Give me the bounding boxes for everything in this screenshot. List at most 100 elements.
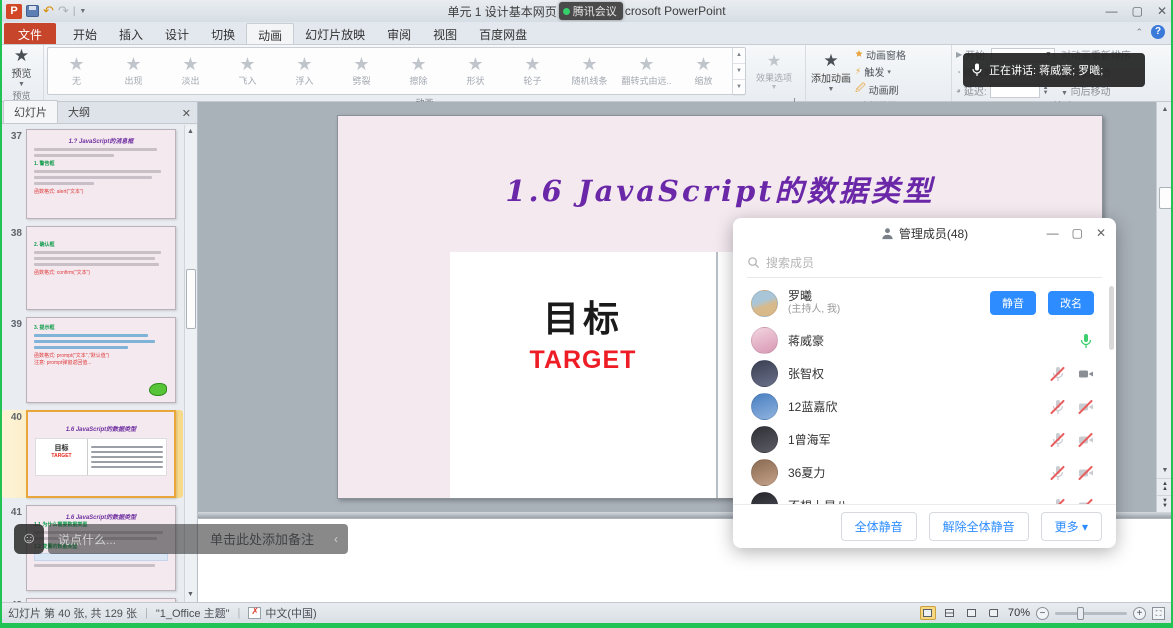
member-row[interactable]: 1曾海军 — [733, 423, 1116, 456]
more-button[interactable]: 更多 ▾ — [1041, 512, 1102, 541]
collapse-chat-icon[interactable]: ‹ — [334, 532, 338, 546]
camera-off-icon[interactable] — [1078, 399, 1094, 415]
minimize-button[interactable]: — — [1106, 4, 1118, 18]
camera-icon[interactable] — [1078, 366, 1094, 382]
gallery-more-icon[interactable]: ▼ — [733, 80, 745, 96]
mic-muted-icon[interactable] — [1050, 366, 1066, 382]
camera-off-icon[interactable] — [1078, 432, 1094, 448]
trigger-button[interactable]: ⚡︎触发▾ — [855, 64, 906, 79]
animation-effect-fade[interactable]: ★淡出 — [162, 48, 219, 94]
zoom-out-button[interactable]: − — [1036, 607, 1049, 620]
slide-thumb-42[interactable]: 42 — [2, 598, 183, 602]
redo-icon[interactable]: ↷ — [58, 5, 69, 17]
mute-button[interactable]: 静音 — [990, 291, 1036, 315]
animation-effect-wheel[interactable]: ★轮子 — [504, 48, 561, 94]
member-row[interactable]: 36夏力 — [733, 456, 1116, 489]
animation-effect-float-in[interactable]: ★浮入 — [276, 48, 333, 94]
undo-icon[interactable]: ↶ — [43, 5, 54, 17]
gallery-scroll-down-icon[interactable]: ▼ — [733, 64, 745, 80]
tab-slideshow[interactable]: 幻灯片放映 — [294, 23, 376, 44]
scrollbar-thumb[interactable] — [1159, 187, 1172, 209]
rename-button[interactable]: 改名 — [1048, 291, 1094, 315]
animation-painter-button[interactable]: 🖉动画刷 — [855, 81, 906, 98]
mic-muted-icon[interactable] — [1050, 498, 1066, 505]
fit-to-window-button[interactable]: ⛶ — [1152, 607, 1165, 620]
slide-thumb-39[interactable]: 39 3. 提示框 函数格式: prompt("文本","默认值") 注意: p… — [2, 317, 183, 403]
member-row-host[interactable]: 罗曦 (主持人, 我) 静音 改名 — [733, 282, 1116, 324]
reading-view-button[interactable] — [964, 606, 980, 620]
close-panel-icon[interactable]: ✕ — [182, 107, 191, 120]
help-icon[interactable]: ? — [1151, 25, 1165, 39]
zoom-slider[interactable] — [1055, 612, 1127, 615]
animation-effect-fly-in[interactable]: ★飞入 — [219, 48, 276, 94]
search-input[interactable] — [766, 256, 1102, 270]
animation-effect-appear[interactable]: ★出现 — [105, 48, 162, 94]
preview-button[interactable]: ★ 预览 ▼ — [3, 47, 40, 88]
member-row[interactable]: 12蓝嘉欣 — [733, 390, 1116, 423]
customize-toolbar-dropdown-icon[interactable]: ▼ — [79, 8, 86, 15]
member-row[interactable]: 蒋威豪 — [733, 324, 1116, 357]
slide-thumb-38[interactable]: 38 2. 确认框 函数格式: confirm("文本") — [2, 226, 183, 310]
tab-outline[interactable]: 大纲 — [58, 101, 100, 123]
mic-on-icon[interactable] — [1078, 333, 1094, 349]
panel-close-button[interactable]: ✕ — [1096, 226, 1106, 240]
tab-baidu-netdisk[interactable]: 百度网盘 — [468, 23, 538, 44]
slide-sorter-view-button[interactable] — [942, 606, 958, 620]
slide-title[interactable]: 1.6 JavaScript的数据类型 — [338, 168, 1102, 210]
tab-animations[interactable]: 动画 — [246, 23, 294, 44]
animation-effect-shape[interactable]: ★形状 — [447, 48, 504, 94]
animation-effect-flip[interactable]: ★翻转式由远.. — [618, 48, 675, 94]
panel-maximize-button[interactable]: ▢ — [1072, 226, 1083, 240]
tab-slides-thumbnails[interactable]: 幻灯片 — [3, 100, 58, 123]
scrollbar-thumb[interactable] — [186, 269, 196, 329]
scroll-down-icon[interactable]: ▼ — [187, 588, 194, 602]
animation-effect-none[interactable]: ★无 — [48, 48, 105, 94]
save-icon[interactable] — [26, 5, 39, 17]
mute-all-button[interactable]: 全体静音 — [841, 512, 917, 541]
animation-effect-wipe[interactable]: ★擦除 — [390, 48, 447, 94]
animation-pane-button[interactable]: 🟊动画窗格 — [855, 47, 906, 62]
zoom-in-button[interactable]: + — [1133, 607, 1146, 620]
language-indicator[interactable]: 中文(中国) — [265, 605, 316, 621]
slideshow-view-button[interactable] — [986, 606, 1002, 620]
scroll-down-icon[interactable]: ▼ — [1162, 463, 1169, 478]
normal-view-button[interactable] — [920, 606, 936, 620]
camera-off-icon[interactable] — [1078, 465, 1094, 481]
scroll-up-icon[interactable]: ▲ — [1162, 102, 1169, 117]
tab-review[interactable]: 审阅 — [376, 23, 422, 44]
close-button[interactable]: ✕ — [1157, 4, 1167, 18]
effect-options-button[interactable]: ★ 效果选项 ▼ — [749, 51, 799, 91]
collapse-ribbon-icon[interactable]: ⌃ — [1135, 27, 1143, 38]
emoji-button[interactable]: ☺ — [14, 524, 44, 554]
tab-transitions[interactable]: 切换 — [200, 23, 246, 44]
tab-file[interactable]: 文件 — [4, 23, 56, 44]
mic-muted-icon[interactable] — [1050, 432, 1066, 448]
spellcheck-icon[interactable] — [248, 607, 261, 619]
animation-effect-split[interactable]: ★劈裂 — [333, 48, 390, 94]
animation-effect-random-bars[interactable]: ★随机线条 — [561, 48, 618, 94]
spinner-icon[interactable]: ▲▼ — [1043, 86, 1049, 96]
tab-design[interactable]: 设计 — [154, 23, 200, 44]
tab-insert[interactable]: 插入 — [108, 23, 154, 44]
statusbar-separator: | — [237, 607, 240, 619]
camera-off-icon[interactable] — [1078, 498, 1094, 505]
zoom-slider-handle[interactable] — [1077, 607, 1084, 620]
scroll-up-icon[interactable]: ▲ — [187, 125, 194, 139]
maximize-button[interactable]: ▢ — [1132, 4, 1143, 18]
mic-muted-icon[interactable] — [1050, 399, 1066, 415]
tab-view[interactable]: 视图 — [422, 23, 468, 44]
member-list-scrollbar[interactable] — [1109, 286, 1114, 350]
mic-muted-icon[interactable] — [1050, 465, 1066, 481]
panel-minimize-button[interactable]: — — [1047, 226, 1059, 240]
chat-input-bar[interactable]: 说点什么... | ‹ — [48, 524, 348, 554]
add-animation-button[interactable]: ★ 添加动画 ▼ — [809, 52, 853, 93]
slide-thumb-37[interactable]: 37 1.? JavaScript的消息框 1. 警告框 函数格式: alert… — [2, 129, 183, 219]
gallery-scroll-up-icon[interactable]: ▲ — [733, 48, 745, 64]
animation-group: ★无 ★出现 ★淡出 ★飞入 ★浮入 ★劈裂 ★擦除 ★形状 ★轮子 ★随机线条… — [44, 45, 806, 101]
slide-thumb-40-selected[interactable]: 40 1.6 JavaScript的数据类型 目标 TARGET — [2, 410, 183, 498]
member-row[interactable]: 张智权 — [733, 357, 1116, 390]
member-row[interactable]: 不想上早八 — [733, 489, 1116, 504]
animation-effect-zoom[interactable]: ★缩放 — [675, 48, 732, 94]
tab-home[interactable]: 开始 — [62, 23, 108, 44]
unmute-all-button[interactable]: 解除全体静音 — [929, 512, 1029, 541]
